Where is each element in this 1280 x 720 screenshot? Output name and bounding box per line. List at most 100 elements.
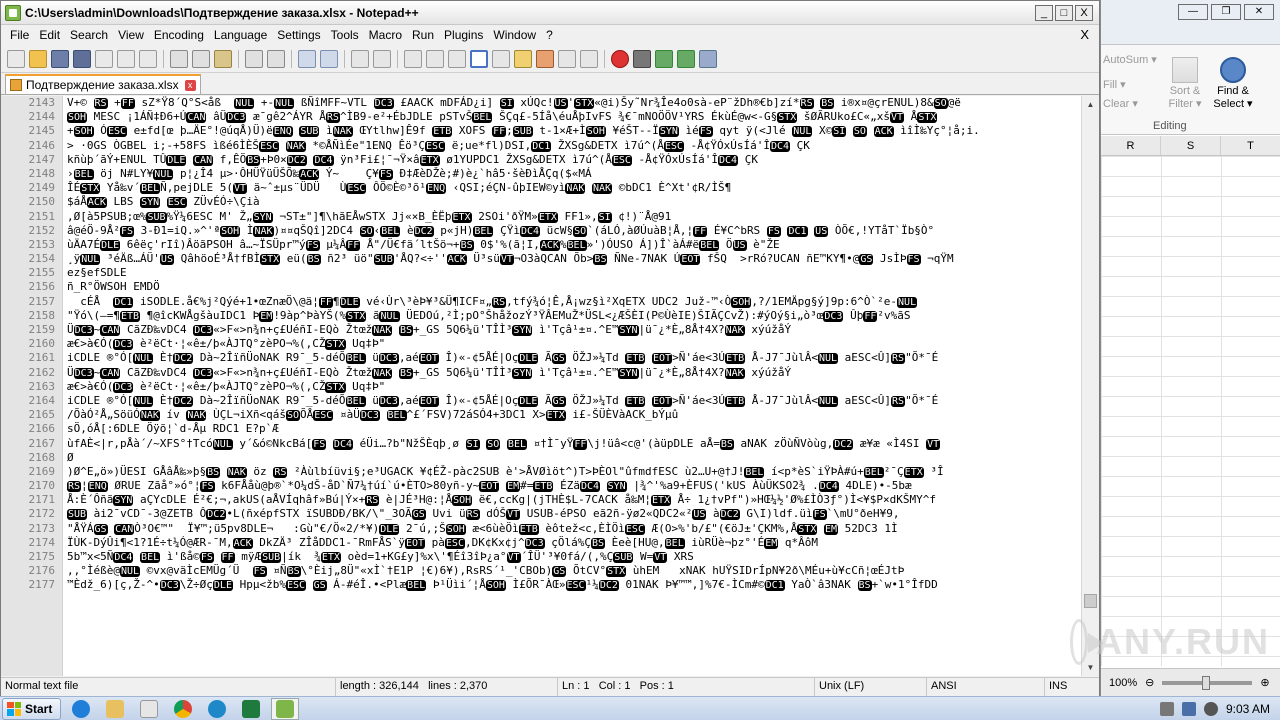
vertical-scrollbar[interactable]: ▲ ▼ — [1081, 96, 1099, 676]
editor-line[interactable]: 2156 ñ_R°ÖWSOH EMDÖ — [1, 280, 1081, 294]
run-macro-multiple-icon[interactable] — [677, 49, 695, 68]
paste-icon[interactable] — [214, 49, 232, 68]
editor-line[interactable]: 2172 SUB ài2¯vCD¯-3@ZETB ÔDC2•L(ñxépfSTX … — [1, 507, 1081, 521]
minimize-button[interactable]: _ — [1035, 4, 1053, 21]
taskbar-notepadpp[interactable] — [271, 697, 300, 720]
status-encoding[interactable]: ANSI — [927, 678, 1045, 696]
column-header-r[interactable]: R — [1101, 136, 1161, 155]
print-icon[interactable] — [139, 49, 157, 68]
editor-line[interactable]: 2153 ùÄA7ÉDLE 6êëç'rIî)ÂöãPSOH â…~ÏSÜpr™ý… — [1, 238, 1081, 252]
editor-line[interactable]: 2143 V+© RS +FF sZ*Ÿ8´Q°S<åß NUL +-NUL ßÑ… — [1, 96, 1081, 110]
editor-line[interactable]: 2159 ÜDC3~CAN CãZÐ‰vDC4 DC3«>F«>n¾n+ç£Uéñ… — [1, 323, 1081, 337]
taskbar-media[interactable] — [135, 698, 163, 720]
excel-close-button[interactable]: ✕ — [1244, 4, 1274, 20]
menu-file[interactable]: File — [5, 28, 34, 42]
scroll-down-icon[interactable]: ▼ — [1082, 659, 1099, 676]
menu-plugins[interactable]: Plugins — [439, 28, 488, 42]
editor-line[interactable]: 2151 ,Ø[à5PSUB;œ%SUB%Ÿ¼6ESC M' Ž„SYN ¬ST±… — [1, 210, 1081, 224]
column-header-t[interactable]: T — [1221, 136, 1280, 155]
editor-line[interactable]: 2171 Å:È´ÔñãSYN aÇYcDLE É²€;¬,akUS(aÅVÍqh… — [1, 493, 1081, 507]
menu-run[interactable]: Run — [407, 28, 439, 42]
editor-line[interactable]: 2162 ÜDC3~CAN CãZÐ‰vDC4 DC3«>F«>n¾n+ç£Uéñ… — [1, 366, 1081, 380]
cut-icon[interactable] — [170, 49, 188, 68]
editor-line[interactable]: 2167 ùfAÈ<|r,pÅà´/~XFS°†TcóNUL y´&ó©NkcBá… — [1, 437, 1081, 451]
redo-icon[interactable] — [267, 49, 285, 68]
clock[interactable]: 9:03 AM — [1226, 702, 1270, 716]
show-all-chars-icon[interactable] — [448, 49, 466, 68]
editor-line[interactable]: 2173 "ÅŸÁGS CANÒ³O€™" Ï¥™;ü5pv8DLE¬ :Gù"€… — [1, 522, 1081, 536]
editor-line[interactable]: 2148 ›BEL öj N#LY¥NUL p¦¿Î4 µ>·ÔHÜŸüÜŠÕ‰A… — [1, 167, 1081, 181]
editor-line[interactable]: 2158 "Ÿó\(—=¶ETB ¶@îcKWÅgšàuIDC1 ÞEM!9àp^… — [1, 309, 1081, 323]
menu-window[interactable]: Window — [488, 28, 541, 42]
excel-cell-grid[interactable] — [1101, 156, 1280, 666]
editor-line[interactable]: 2149 ÎÉSTX Yå‰v´BELÑ,pejDLE 5(VT ä~ˆ±µs¨Ü… — [1, 181, 1081, 195]
editor-line[interactable]: 2144 SOH MESC ¡1ÁÑ‡Ð6+ÚCAN âÜDC3 æ¯gê2^ÁY… — [1, 110, 1081, 124]
monitoring-icon[interactable] — [558, 49, 576, 68]
editor-line[interactable]: 2160 æ€>à€Ó(DC3 è²ëCt·¦«ê±/þ«ÀJTQ°zèPO¬%(… — [1, 337, 1081, 351]
close-button[interactable]: X — [1075, 4, 1093, 21]
taskbar-excel[interactable] — [237, 698, 265, 720]
start-button[interactable]: Start — [2, 697, 62, 720]
editor-line[interactable]: 2170 RS¦ENQ ØRUE Zãå°»ó°¦FS k6FÅåù@þ®`*O¼… — [1, 479, 1081, 493]
save-all-icon[interactable] — [73, 49, 91, 68]
menu-edit[interactable]: Edit — [34, 28, 65, 42]
editor-line[interactable]: 2176 ,,°Ìéßè@NUL ©vx@väÌcEMÜg´Ü FS ¤ÑBS\°… — [1, 564, 1081, 578]
tab-document[interactable]: Подтверждение заказа.xlsx x — [5, 74, 201, 94]
zoom-in-button[interactable]: ⊕ — [1260, 676, 1269, 689]
menu-help[interactable]: ? — [541, 28, 558, 42]
close-file-icon[interactable] — [95, 49, 113, 68]
menu-settings[interactable]: Settings — [272, 28, 325, 42]
volume-icon[interactable] — [1203, 701, 1218, 716]
editor-line[interactable]: 2163 æ€>à€Ó(DC3 è²ëCt·¦«ê±/þ«ÀJTQ°zèPO¬%(… — [1, 380, 1081, 394]
clear-button[interactable]: Clear ▾ — [1103, 97, 1138, 110]
column-header-s[interactable]: S — [1161, 136, 1221, 155]
editor-line[interactable]: 2146 > ·0GS ÒGBEL i;-+58FS ìßé6ÌÈŠESC NAK… — [1, 139, 1081, 153]
find-icon[interactable] — [298, 49, 316, 68]
excel-minimize-button[interactable]: — — [1178, 4, 1208, 20]
editor-line[interactable]: 2166 sÖ,óÅ[:6DLE Öÿõ¦`d-Åµ RDC1 E?p`Æ — [1, 422, 1081, 436]
taskbar-ie[interactable] — [67, 698, 95, 720]
taskbar-chrome[interactable] — [169, 698, 197, 720]
editor-line[interactable]: 2174 ÏÙK-DýÛi¶<1?1É÷t¼Ó@ÆR-¯M,ACK DkZÄ³ Z… — [1, 536, 1081, 550]
stop-macro-icon[interactable] — [633, 49, 651, 68]
menu-macro[interactable]: Macro — [364, 28, 407, 42]
menu-encoding[interactable]: Encoding — [149, 28, 209, 42]
tab-close-icon[interactable]: x — [184, 79, 196, 91]
taskbar-edge[interactable] — [203, 698, 231, 720]
editor-line[interactable]: 2161 iCDLE ®°Ó[NUL È†DC2 Dà~2ÎïñÜoNAK R9¯… — [1, 351, 1081, 365]
undo-icon[interactable] — [245, 49, 263, 68]
editor-line[interactable]: 2157 cÉÅ DC1 iSODLE.å€%j²Qýé+1•œZnæÖ\@ä¦… — [1, 295, 1081, 309]
menu-language[interactable]: Language — [209, 28, 272, 42]
indent-guide-icon[interactable] — [470, 49, 488, 68]
find-select-button[interactable]: Find & Select ▾ — [1211, 57, 1255, 110]
scroll-up-icon[interactable]: ▲ — [1082, 96, 1099, 113]
replace-icon[interactable] — [320, 49, 338, 68]
editor-line[interactable]: 2150 $áÅACK LBS SYN ESC ZÜvÉÓ÷\Çià — [1, 195, 1081, 209]
editor-line[interactable]: 2164 iCDLE ®°Ó[NUL È†DC2 Dà~2ÎïñÜoNAK R9¯… — [1, 394, 1081, 408]
sync-scroll-icon[interactable] — [404, 49, 422, 68]
new-file-icon[interactable] — [7, 49, 25, 68]
editor-line[interactable]: 2168 Ø — [1, 451, 1081, 465]
network-icon[interactable] — [1181, 701, 1196, 716]
text-editor[interactable]: 2143 V+© RS +FF sZ*Ÿ8´Q°S<åß NUL +-NUL ßÑ… — [1, 96, 1099, 676]
close-all-icon[interactable] — [117, 49, 135, 68]
doc-map-icon[interactable] — [492, 49, 510, 68]
editor-line[interactable]: 2155 ez§efSDLE — [1, 266, 1081, 280]
record-macro-icon[interactable] — [611, 49, 629, 68]
editor-line[interactable]: 2165/ÕàÓ²Å„SöüÓNAK ív NAK ÙÇL¬iXñ<qášSOÕ… — [1, 408, 1081, 422]
status-insert-mode[interactable]: INS — [1045, 678, 1097, 696]
menu-search[interactable]: Search — [65, 28, 113, 42]
function-list-icon[interactable] — [536, 49, 554, 68]
autosum-button[interactable]: AutoSum ▾ — [1103, 53, 1157, 66]
editor-line[interactable]: 2175 5b™x<5ÑDC4 BEL ì'ßå©FS FF mÿÆSUB|ík … — [1, 550, 1081, 564]
editor-line[interactable]: 2177 ™Èdž_6)[ç,Ž-^•DC3\Ž÷ØçDLE Hpµ<žb%ESC… — [1, 578, 1081, 592]
fill-button[interactable]: Fill ▾ — [1103, 78, 1126, 91]
open-file-icon[interactable] — [29, 49, 47, 68]
menu-tools[interactable]: Tools — [326, 28, 364, 42]
editor-line[interactable]: 2147 kñùþ´ãÝ+ENUL TÛDLE CAN f,ÊÖBS+Þ0×DC2… — [1, 153, 1081, 167]
zoom-out-icon[interactable] — [373, 49, 391, 68]
menu-view[interactable]: View — [113, 28, 149, 42]
action-center-icon[interactable] — [1159, 701, 1174, 716]
play-macro-icon[interactable] — [655, 49, 673, 68]
editor-line[interactable]: 2154 ¸ÿNUL ³éÄß…ÁÜ'US QâhöoÉ³Å†fBÌSTX eü(… — [1, 252, 1081, 266]
